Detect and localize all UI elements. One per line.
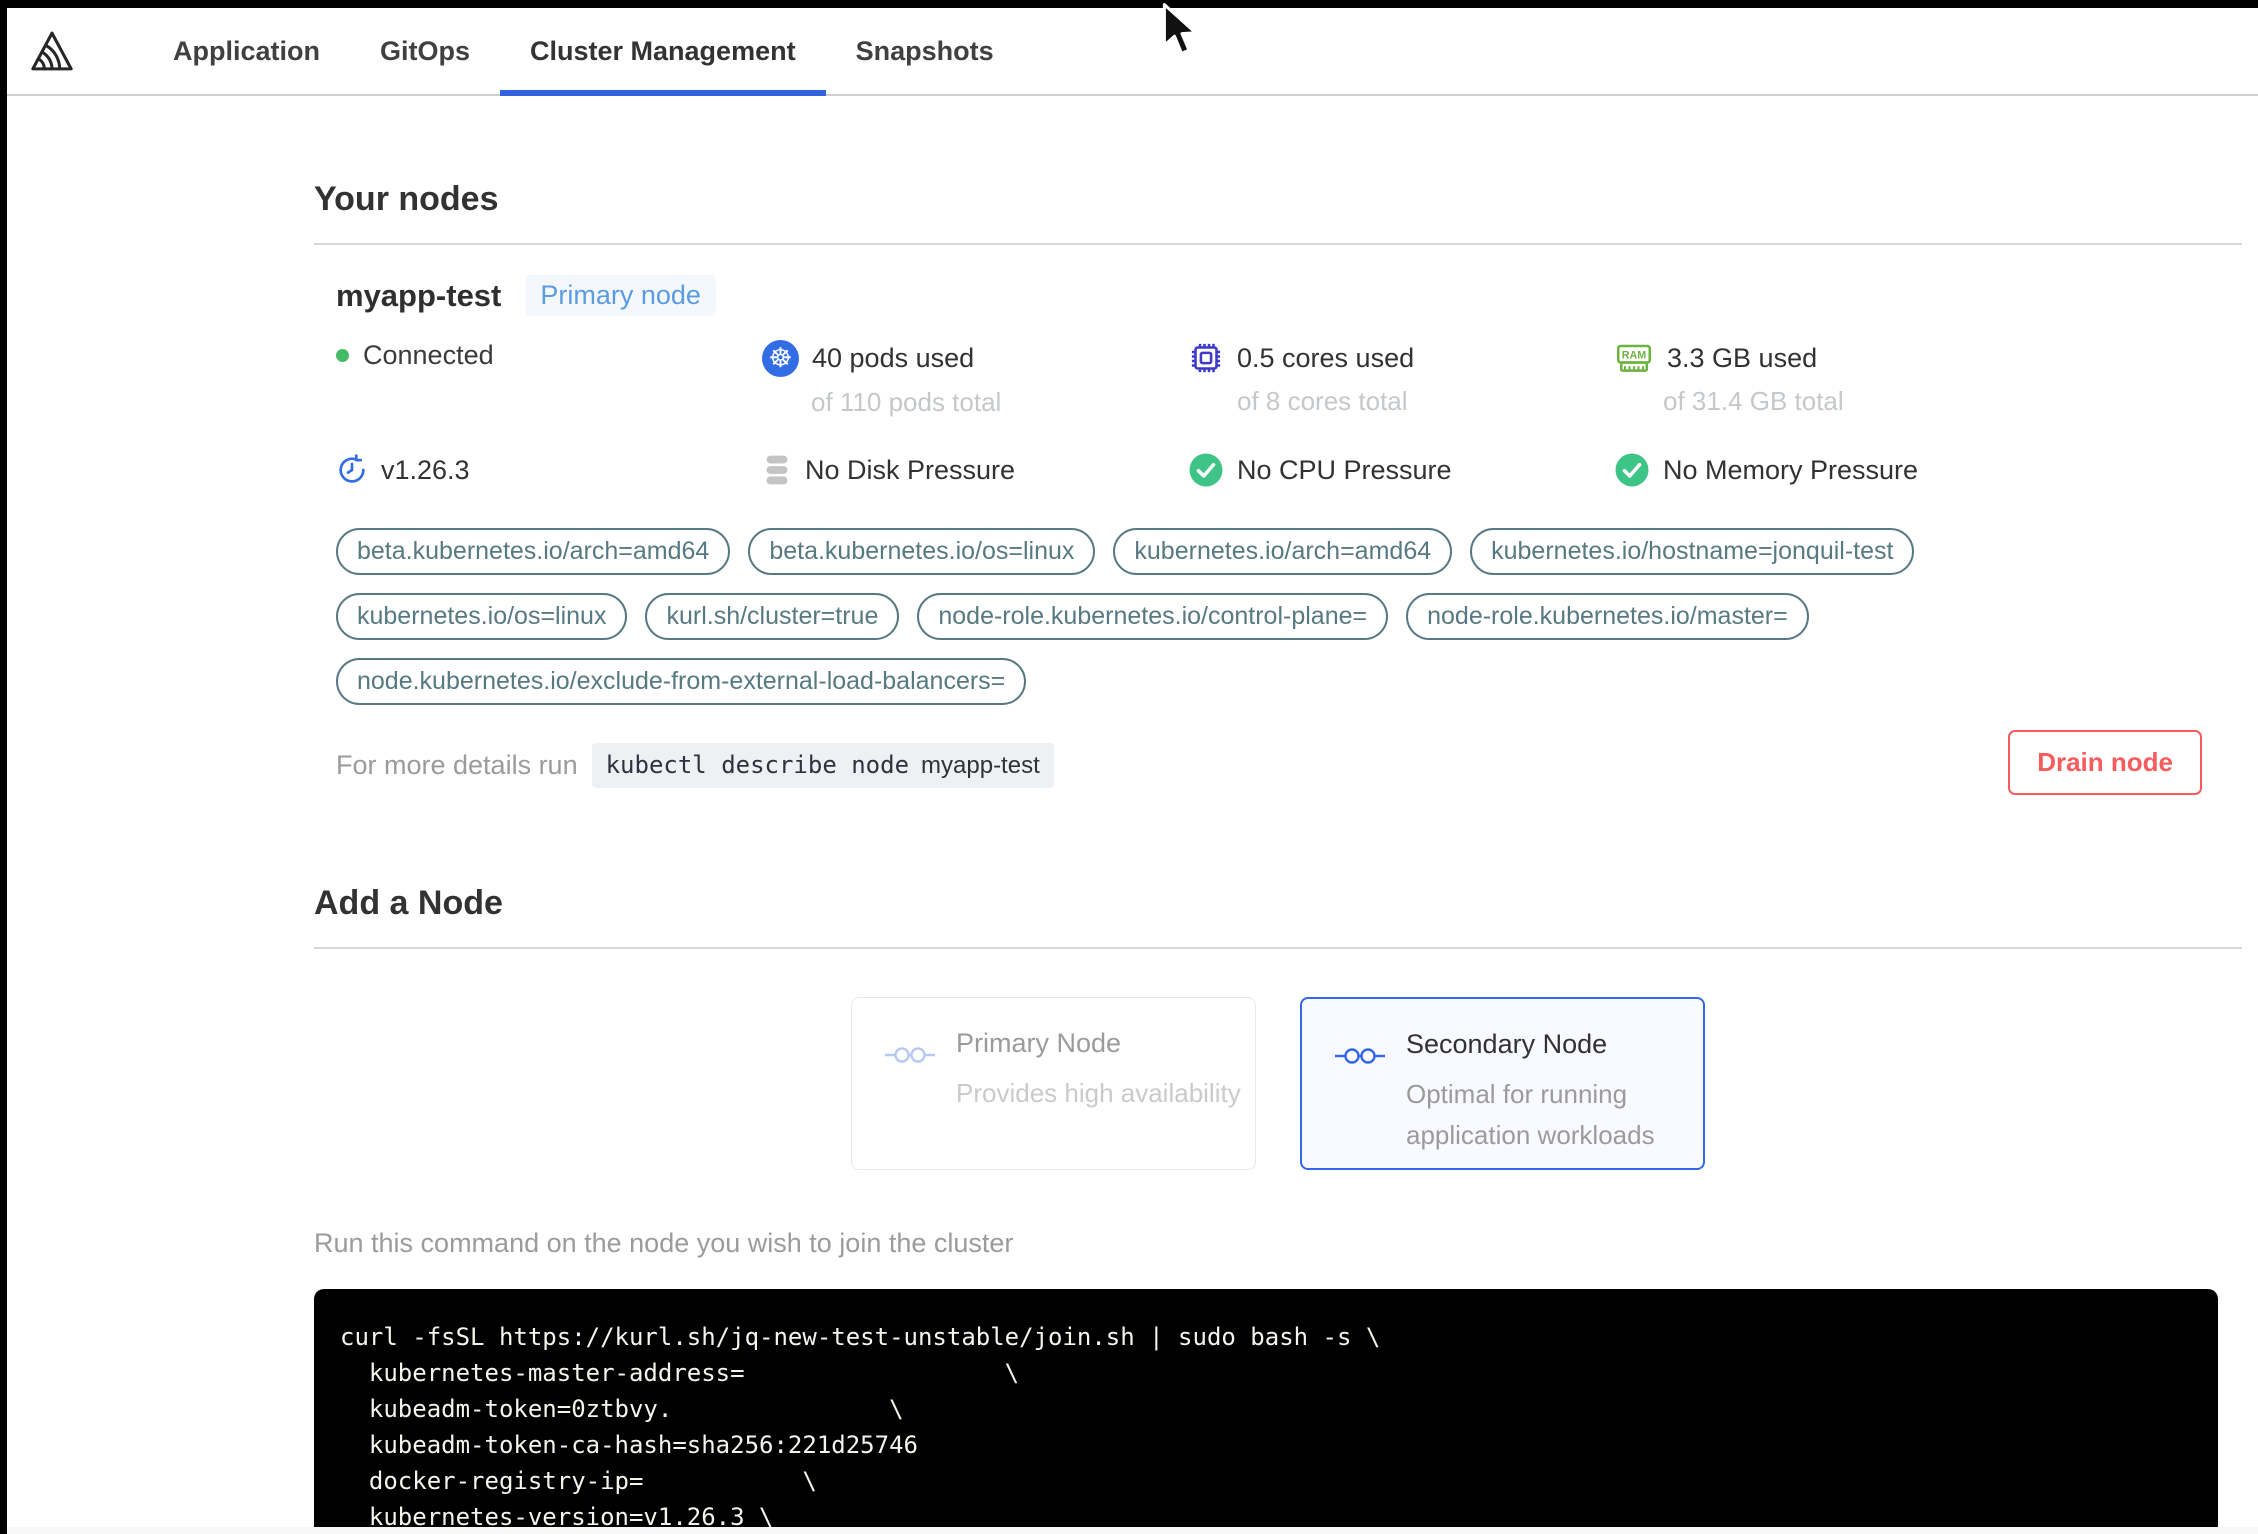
command-line: curl -fsSL https://kurl.sh/jq-new-test-u… xyxy=(340,1323,1381,1351)
pods-total: of 110 pods total xyxy=(811,387,1002,417)
node-link-icon xyxy=(885,1047,935,1063)
add-node-divider xyxy=(314,947,2242,949)
cpu-pressure-check-icon xyxy=(1189,453,1223,487)
details-hint-text: For more details run xyxy=(336,750,578,780)
memory-pressure-label: No Memory Pressure xyxy=(1663,454,1919,485)
tab-cluster-management[interactable]: Cluster Management xyxy=(500,8,826,96)
ram-icon: RAM xyxy=(1616,344,1652,372)
pods-used: 40 pods used xyxy=(812,343,975,373)
drain-node-button[interactable]: Drain node xyxy=(2008,730,2202,795)
admin-console-window: Application GitOps Cluster Management Sn… xyxy=(7,8,2258,1534)
mouse-cursor xyxy=(1160,2,1204,65)
kubectl-describe-command: kubectl describe node myapp-test xyxy=(591,743,1054,788)
primary-node-option-description: Provides high availability xyxy=(956,1078,1241,1108)
secondary-node-option-title: Secondary Node xyxy=(1406,1029,1608,1059)
node-label: node.kubernetes.io/exclude-from-external… xyxy=(336,658,1027,705)
primary-node-option-title: Primary Node xyxy=(956,1028,1122,1058)
bottom-edge xyxy=(7,1527,2258,1534)
primary-node-badge: Primary node xyxy=(525,275,716,316)
node-card-myapp-test: Drain node myapp-test Primary node Conne… xyxy=(314,275,2242,795)
version-update-icon xyxy=(339,454,365,483)
kubernetes-version: v1.26.3 xyxy=(381,454,470,485)
command-line: kubernetes-master-address= \ xyxy=(340,1359,1020,1387)
node-label: node-role.kubernetes.io/master= xyxy=(1406,593,1809,640)
node-label: beta.kubernetes.io/arch=amd64 xyxy=(336,528,731,575)
cpu-icon xyxy=(1191,343,1221,373)
top-nav: Application GitOps Cluster Management Sn… xyxy=(7,8,2258,96)
node-label: node-role.kubernetes.io/control-plane= xyxy=(917,593,1389,640)
node-label: kurl.sh/cluster=true xyxy=(645,593,900,640)
tab-application[interactable]: Application xyxy=(143,8,350,94)
kubectl-command-node-name: myapp-test xyxy=(921,752,1040,779)
memory-total: of 31.4 GB total xyxy=(1663,386,1844,416)
memory-pressure-check-icon xyxy=(1615,453,1649,487)
secondary-node-option-description: Optimal for running application workload… xyxy=(1406,1079,1655,1150)
node-name: myapp-test xyxy=(336,277,502,313)
tab-snapshots[interactable]: Snapshots xyxy=(826,8,1024,94)
command-line: kubeadm-token-ca-hash=sha256:221d25746 xyxy=(340,1431,918,1459)
cores-total: of 8 cores total xyxy=(1237,386,1408,416)
kubernetes-pods-icon: ☸ xyxy=(762,340,799,377)
command-line: docker-registry-ip= \ xyxy=(340,1467,817,1495)
svg-text:RAM: RAM xyxy=(1622,350,1647,362)
join-command-instruction: Run this command on the node you wish to… xyxy=(314,1228,1014,1258)
cpu-pressure-label: No CPU Pressure xyxy=(1237,454,1452,485)
cluster-management-page: Your nodes Drain node myapp-test Primary… xyxy=(7,96,2258,1534)
node-label: kubernetes.io/os=linux xyxy=(336,593,628,640)
tab-gitops[interactable]: GitOps xyxy=(350,8,500,94)
node-label: beta.kubernetes.io/os=linux xyxy=(748,528,1096,575)
primary-node-option[interactable]: Primary Node Provides high availability xyxy=(851,997,1256,1170)
replicated-logo[interactable] xyxy=(29,8,75,94)
node-label: kubernetes.io/hostname=jonquil-test xyxy=(1470,528,1915,575)
your-nodes-divider xyxy=(314,243,2242,245)
add-node-title: Add a Node xyxy=(314,884,503,922)
kubectl-command-text: kubectl describe node xyxy=(605,751,910,779)
your-nodes-title: Your nodes xyxy=(314,180,499,218)
node-label: kubernetes.io/arch=amd64 xyxy=(1113,528,1453,575)
node-status: Connected xyxy=(363,340,494,370)
memory-used: 3.3 GB used xyxy=(1667,342,1818,373)
node-link-icon xyxy=(1335,1048,1385,1064)
disk-icon xyxy=(766,455,788,485)
connected-status-dot-icon xyxy=(336,349,349,362)
join-command-terminal: curl -fsSL https://kurl.sh/jq-new-test-u… xyxy=(314,1289,2218,1534)
node-labels: beta.kubernetes.io/arch=amd64 beta.kuber… xyxy=(336,528,2036,705)
nav-tabs: Application GitOps Cluster Management Sn… xyxy=(143,8,1024,96)
command-line: kubeadm-token=0ztbvy. \ xyxy=(340,1395,904,1423)
secondary-node-option[interactable]: Secondary Node Optimal for running appli… xyxy=(1300,997,1705,1170)
disk-pressure-label: No Disk Pressure xyxy=(805,454,1016,485)
node-type-options: Primary Node Provides high availability … xyxy=(314,997,2242,1170)
cores-used: 0.5 cores used xyxy=(1237,342,1415,373)
